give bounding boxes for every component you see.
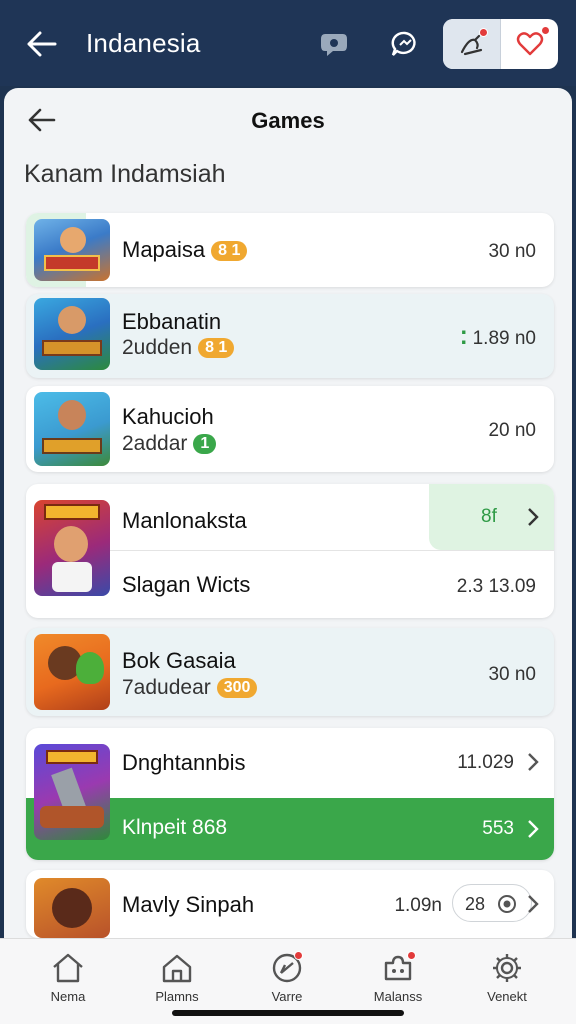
- home-indicator: [172, 1010, 404, 1016]
- logo-banner: [42, 340, 102, 356]
- nav-item-venekt[interactable]: Venekt: [467, 951, 547, 1004]
- back-arrow-icon[interactable]: [22, 24, 62, 64]
- nav-item-malanss[interactable]: Malanss: [358, 951, 438, 1004]
- game-thumbnail: [34, 634, 110, 710]
- notification-dot-icon: [541, 26, 550, 35]
- logo-banner: [42, 438, 102, 454]
- game-row-ebbanatin[interactable]: Ebbanatin 2udden 8 1 ⁚ 1.89 n0: [26, 294, 554, 378]
- game-name: Mapaisa 8 1: [122, 237, 248, 263]
- game-row-manlonaksta[interactable]: 8f Manlonaksta Slagan Wicts 2.3 13.09: [26, 484, 554, 618]
- creature-figure: [76, 652, 104, 684]
- page-title: Games: [251, 108, 325, 133]
- nav-label: Malanss: [373, 989, 423, 1004]
- game-subtitle: Slagan Wicts: [122, 572, 251, 597]
- puzzle-icon: [380, 951, 416, 985]
- notification-dot-icon: [294, 951, 303, 960]
- game-name: Kahucioh: [122, 404, 214, 429]
- game-value: 1.09n: [394, 895, 442, 916]
- logo-banner: [44, 255, 100, 271]
- game-thumbnail: [34, 219, 110, 281]
- game-thumbnail: [34, 392, 110, 466]
- top-app-bar: Indanesia: [0, 0, 576, 86]
- game-row-mavly-sinpah[interactable]: Mavly Sinpah 1.09n 28: [26, 870, 554, 938]
- house-icon: [159, 951, 195, 985]
- heart-icon[interactable]: [501, 19, 558, 69]
- character-head: [58, 400, 86, 430]
- chevron-right-icon: [528, 820, 539, 838]
- character-head: [52, 888, 92, 928]
- nav-label: Nema: [50, 989, 86, 1004]
- game-thumbnail: [34, 744, 110, 840]
- game-subtitle-text: 7adudear: [122, 676, 211, 699]
- game-value: 11.029: [457, 752, 514, 773]
- game-value: 20 n0: [488, 420, 536, 441]
- logo-banner: [46, 750, 98, 764]
- pill-value: 28: [465, 894, 486, 914]
- chevron-right-icon: [528, 508, 539, 526]
- header-segmented-control: [443, 19, 558, 69]
- character-head: [54, 526, 88, 562]
- game-name: Mavly Sinpah: [122, 892, 255, 917]
- nav-label: Varre: [271, 989, 303, 1004]
- game-value-group: ⁚ 1.89 n0: [460, 327, 536, 350]
- character-head: [58, 306, 86, 334]
- game-name: Bok Gasaia: [122, 648, 236, 673]
- promo-value: 553: [482, 818, 514, 839]
- chat-bubble-icon[interactable]: [314, 24, 354, 64]
- game-name: Dnghtannbis: [122, 750, 246, 775]
- gear-icon: [489, 951, 525, 985]
- nav-label: Venekt: [487, 989, 527, 1004]
- wave-hand-icon[interactable]: [443, 19, 501, 69]
- chevron-right-icon: [528, 753, 539, 771]
- app-title: Indanesia: [86, 28, 201, 58]
- action-value: 8f: [481, 506, 497, 527]
- nav-item-home[interactable]: Nema: [28, 951, 108, 1004]
- game-name: Manlonaksta: [122, 508, 247, 533]
- target-icon: [498, 895, 516, 913]
- game-value: 30 n0: [488, 664, 536, 685]
- trend-dots-icon: ⁚: [460, 328, 473, 349]
- price-action-button[interactable]: 8f: [429, 484, 554, 550]
- nav-item-plamns[interactable]: Plamns: [137, 951, 217, 1004]
- games-panel: Games Kanam Indamsiah Mapaisa 8 1 30 n0 E…: [4, 88, 572, 1024]
- game-row-dnghtannbis[interactable]: Klnpeit 868 553 Dnghtannbis 11.029: [26, 728, 554, 860]
- rank-badge: 8 1: [198, 338, 235, 358]
- game-subtitle: 2udden 8 1: [122, 336, 235, 360]
- character-body: [52, 562, 92, 592]
- message-icon[interactable]: [385, 24, 425, 64]
- game-value: 2.3 13.09: [456, 576, 536, 597]
- game-name-text: Mapaisa: [122, 237, 206, 262]
- game-subtitle: 2addar 1: [122, 432, 217, 456]
- chevron-right-icon: [528, 895, 539, 913]
- character-head: [60, 227, 86, 253]
- row-divider: [110, 550, 554, 551]
- game-row-bok-gasaia[interactable]: Bok Gasaia 7adudear 300 30 n0: [26, 628, 554, 716]
- nav-label: Plamns: [155, 989, 199, 1004]
- nav-item-varre[interactable]: Varre: [247, 951, 327, 1004]
- home-icon: [50, 951, 86, 985]
- notification-dot-icon: [407, 951, 416, 960]
- game-value: 30 n0: [488, 241, 536, 262]
- notification-dot-icon: [479, 28, 488, 37]
- game-thumbnail: [34, 878, 110, 938]
- rank-badge: 8 1: [211, 241, 248, 261]
- rank-badge: 1: [193, 434, 217, 454]
- game-thumbnail: [34, 500, 110, 596]
- game-subtitle-text: 2addar: [122, 432, 188, 455]
- value-pill[interactable]: 28: [452, 884, 532, 922]
- logo-banner: [44, 504, 100, 520]
- game-row-kahucioh[interactable]: Kahucioh 2addar 1 20 n0: [26, 386, 554, 472]
- compass-icon: [269, 951, 305, 985]
- section-heading: Kanam Indamsiah: [24, 160, 226, 188]
- game-name: Ebbanatin: [122, 309, 222, 334]
- cannon-base: [40, 806, 104, 828]
- game-value: 1.89 n0: [472, 328, 536, 349]
- game-subtitle-text: 2udden: [122, 336, 193, 359]
- game-thumbnail: [34, 298, 110, 370]
- promo-label: Klnpeit 868: [122, 816, 228, 839]
- game-subtitle: 7adudear 300: [122, 676, 258, 700]
- game-row-mapaisa[interactable]: Mapaisa 8 1 30 n0: [26, 213, 554, 287]
- rank-badge: 300: [216, 678, 258, 698]
